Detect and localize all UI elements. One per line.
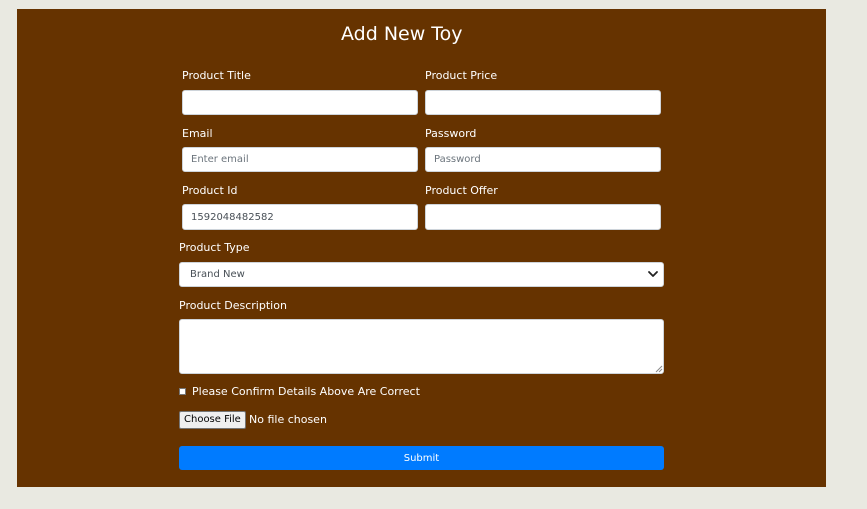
chevron-down-icon <box>648 271 658 277</box>
product-description-textarea[interactable] <box>179 319 664 374</box>
confirm-checkbox[interactable] <box>179 388 186 395</box>
email-field[interactable] <box>182 147 418 172</box>
product-offer-label: Product Offer <box>425 184 498 197</box>
form-title: Add New Toy <box>341 23 463 45</box>
file-status: No file chosen <box>249 413 327 426</box>
product-id-input[interactable] <box>182 204 418 230</box>
product-id-label: Product Id <box>182 184 238 197</box>
confirm-label: Please Confirm Details Above Are Correct <box>192 385 420 398</box>
resize-grip-icon[interactable] <box>655 365 663 373</box>
product-description-label: Product Description <box>179 299 287 312</box>
product-price-input[interactable] <box>425 90 661 115</box>
product-description-wrapper <box>179 319 664 374</box>
password-field[interactable] <box>425 147 661 172</box>
password-label: Password <box>425 127 477 140</box>
product-price-label: Product Price <box>425 69 498 82</box>
email-label: Email <box>182 127 213 140</box>
product-title-label: Product Title <box>182 69 251 82</box>
product-type-select[interactable]: Brand New <box>179 262 664 287</box>
product-type-selected: Brand New <box>190 269 245 280</box>
choose-file-button[interactable]: Choose File <box>179 411 246 429</box>
submit-button[interactable]: Submit <box>179 446 664 470</box>
product-type-label: Product Type <box>179 241 250 254</box>
product-title-input[interactable] <box>182 90 418 115</box>
product-offer-input[interactable] <box>425 204 661 230</box>
form-panel: Add New Toy Product Title Product Price … <box>17 9 826 487</box>
